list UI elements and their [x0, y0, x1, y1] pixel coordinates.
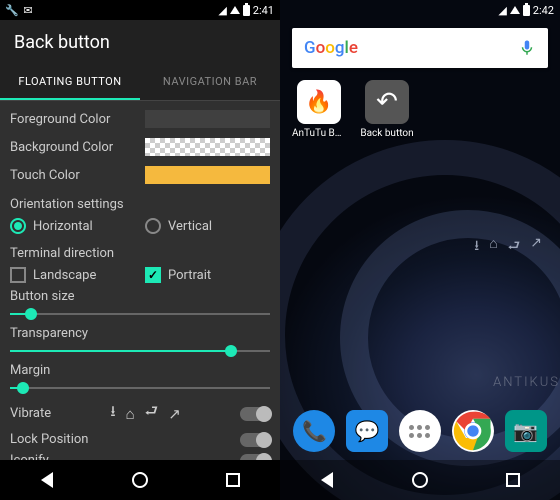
preview-icons: ⭳ ⌂ ⮐ ↗	[110, 401, 180, 426]
floating-button-widget[interactable]: ⭳ ⌂ ⮐ ↗	[474, 235, 542, 259]
nav-recent-icon[interactable]	[222, 469, 244, 491]
google-logo: Google	[304, 38, 358, 58]
tab-floating-button[interactable]: FLOATING BUTTON	[0, 65, 140, 100]
camera-icon[interactable]: 📷	[505, 410, 547, 452]
status-bar: ◢ 2:42	[280, 0, 560, 20]
home-icon: ⌂	[126, 405, 135, 423]
row-foreground-color[interactable]: Foreground Color	[10, 105, 270, 133]
row-background-color[interactable]: Background Color	[10, 133, 270, 161]
share-icon[interactable]: ↗	[530, 235, 542, 259]
label-lock-position: Lock Position	[10, 432, 88, 447]
toggle-vibrate[interactable]	[240, 407, 270, 421]
nav-recent-icon[interactable]	[502, 469, 524, 491]
nav-home-icon[interactable]	[409, 469, 431, 491]
battery-icon	[243, 5, 250, 16]
radio-icon	[145, 218, 161, 234]
status-time: 2:41	[253, 4, 274, 17]
slider-margin[interactable]	[10, 380, 270, 396]
label-vibrate: Vibrate	[10, 406, 51, 421]
network-icon: ◢	[218, 4, 226, 17]
android-navbar	[280, 460, 560, 500]
status-bar: 🔧 ✉ ◢ 2:41	[0, 0, 280, 20]
download-icon[interactable]: ⭳	[474, 235, 479, 259]
checkbox-icon: ✓	[145, 267, 161, 283]
row-touch-color[interactable]: Touch Color	[10, 161, 270, 189]
slider-transparency[interactable]	[10, 343, 270, 359]
label: Touch Color	[10, 168, 145, 183]
chrome-icon[interactable]	[452, 410, 494, 452]
label-margin: Margin	[10, 363, 270, 378]
nav-home-icon[interactable]	[129, 469, 151, 491]
app-back-button[interactable]: ↶ Back button	[360, 80, 414, 139]
messages-icon[interactable]: 💬	[346, 410, 388, 452]
toggle-lock-position[interactable]	[240, 433, 270, 447]
label: Foreground Color	[10, 112, 145, 127]
settings-screen: 🔧 ✉ ◢ 2:41 Back button FLOATING BUTTON N…	[0, 0, 280, 500]
back-button-icon: ↶	[365, 80, 409, 124]
share-icon: ↗	[168, 405, 181, 423]
color-swatch[interactable]	[145, 138, 270, 156]
radio-horizontal[interactable]: Horizontal	[10, 218, 135, 234]
antutu-icon: 🔥	[297, 80, 341, 124]
dock: 📞 💬 📷	[280, 402, 560, 460]
radio-vertical[interactable]: Vertical	[145, 218, 270, 234]
check-portrait[interactable]: ✓Portrait	[145, 267, 270, 283]
signal-icon	[230, 6, 240, 14]
battery-icon	[523, 5, 530, 16]
google-search-bar[interactable]: Google	[292, 28, 548, 68]
check-landscape[interactable]: Landscape	[10, 267, 135, 283]
wrench-icon: 🔧	[6, 4, 18, 16]
tabs: FLOATING BUTTON NAVIGATION BAR	[0, 65, 280, 101]
status-time: 2:42	[533, 4, 554, 17]
nav-back-icon[interactable]	[36, 469, 58, 491]
android-navbar	[0, 460, 280, 500]
mail-icon: ✉	[22, 4, 34, 16]
slider-button-size[interactable]	[10, 306, 270, 322]
checkbox-icon	[10, 267, 26, 283]
tab-navigation-bar[interactable]: NAVIGATION BAR	[140, 65, 280, 100]
nav-back-icon[interactable]	[316, 469, 338, 491]
phone-icon[interactable]: 📞	[293, 410, 335, 452]
section-terminal: Terminal direction	[10, 238, 270, 263]
label: Background Color	[10, 140, 145, 155]
app-antutu[interactable]: 🔥 AnTuTu Bench..	[292, 80, 346, 139]
network-icon: ◢	[498, 4, 506, 17]
radio-icon	[10, 218, 26, 234]
home-screen: ◢ 2:42 Google 🔥 AnTuTu Bench.. ↶ Back bu…	[280, 0, 560, 500]
color-swatch[interactable]	[145, 166, 270, 184]
download-icon: ⭳	[110, 401, 115, 426]
app-drawer-icon[interactable]	[399, 410, 441, 452]
home-icon[interactable]: ⌂	[489, 235, 497, 259]
color-swatch[interactable]	[145, 110, 270, 128]
app-label: AnTuTu Bench..	[292, 128, 346, 139]
label-transparency: Transparency	[10, 326, 270, 341]
page-title: Back button	[0, 20, 280, 65]
watermark: ANTIKUS	[493, 375, 560, 390]
mic-icon[interactable]	[518, 39, 536, 57]
back-icon: ⮐	[145, 401, 159, 426]
label-button-size: Button size	[10, 289, 270, 304]
app-label: Back button	[360, 128, 414, 139]
section-orientation: Orientation settings	[10, 189, 270, 214]
signal-icon	[510, 6, 520, 14]
back-icon[interactable]: ⮐	[508, 235, 521, 259]
